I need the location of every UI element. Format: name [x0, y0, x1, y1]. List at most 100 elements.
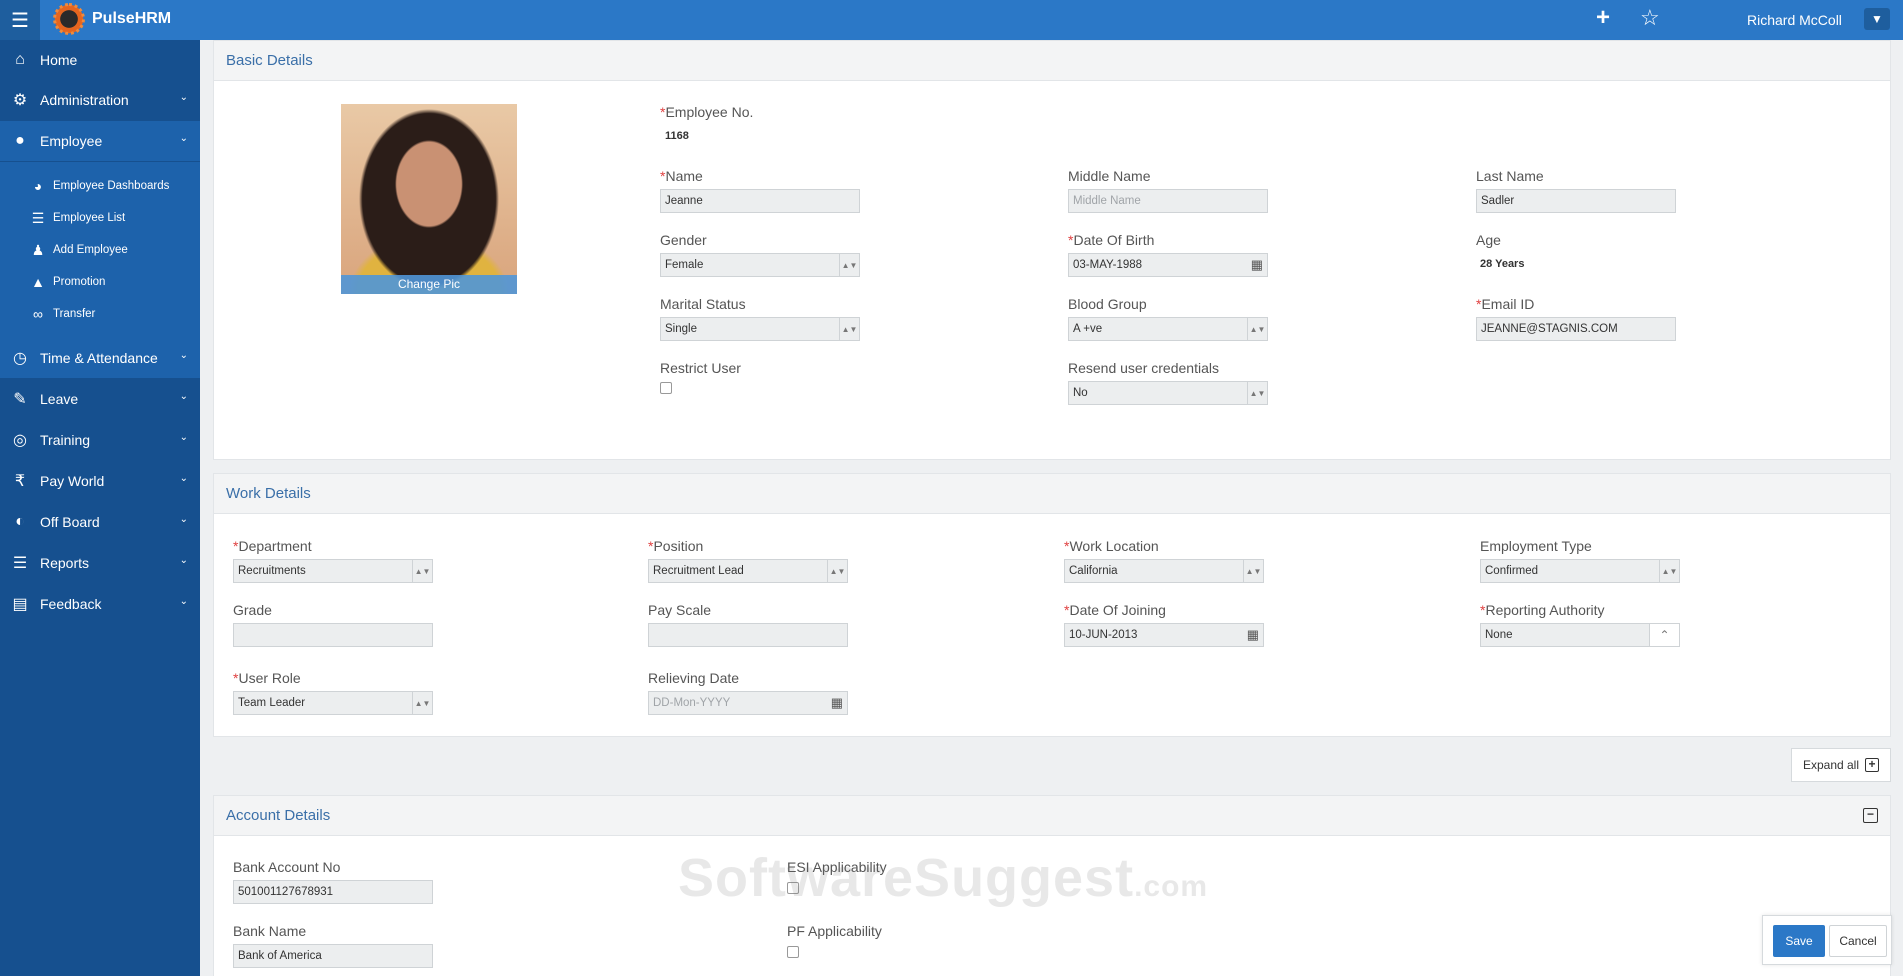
work-location-label: *Work Location: [1064, 538, 1159, 554]
sidebar-item-reports[interactable]: ☰ Reports ⌄: [0, 543, 200, 583]
select-arrow-icon: ▲▼: [412, 692, 432, 714]
email-label: *Email ID: [1476, 296, 1535, 312]
hamburger-menu-icon[interactable]: ☰: [0, 0, 40, 40]
sidebar-item-leave[interactable]: ✎ Leave ⌄: [0, 379, 200, 419]
rupee-icon: ₹: [14, 473, 26, 490]
name-field[interactable]: Jeanne: [660, 189, 860, 213]
user-role-select[interactable]: Team Leader ▲▼: [233, 691, 433, 715]
submenu-item-label: Employee List: [53, 212, 126, 224]
blood-group-select[interactable]: A +ve ▲▼: [1068, 317, 1268, 341]
chevron-up-icon[interactable]: ⌃: [1649, 624, 1679, 646]
select-arrow-icon: ▲▼: [827, 560, 847, 582]
graduation-cap-icon: ▲: [31, 274, 45, 290]
relieving-date-field[interactable]: DD-Mon-YYYY ▦: [648, 691, 848, 715]
bank-name-field[interactable]: Bank of America: [233, 944, 433, 968]
submenu-item-employee-list[interactable]: ☰ Employee List: [0, 203, 200, 233]
employment-type-select[interactable]: Confirmed ▲▼: [1480, 559, 1680, 583]
chevron-down-icon[interactable]: ▼: [1864, 8, 1890, 30]
profile-photo[interactable]: Change Pic: [341, 104, 517, 294]
work-location-select[interactable]: California ▲▼: [1064, 559, 1264, 583]
gender-select[interactable]: Female ▲▼: [660, 253, 860, 277]
chevron-down-icon: ⌄: [179, 473, 188, 484]
home-icon: ⌂: [15, 51, 25, 68]
select-arrow-icon: ▲▼: [1243, 560, 1263, 582]
chevron-down-icon: ⌄: [179, 514, 188, 525]
top-bar: ☰ PulseHRM + ☆ Richard McColl ▼: [0, 0, 1903, 40]
sidebar: ⌂ Home ⚙ Administration ⌄ ● Employee ⌄ ◕…: [0, 40, 200, 976]
change-pic-button[interactable]: Change Pic: [341, 275, 517, 294]
panel-header: Work Details: [214, 474, 1890, 514]
sidebar-item-time-attendance[interactable]: ◷ Time & Attendance ⌄: [0, 338, 200, 378]
chevron-down-icon: ⌄: [179, 555, 188, 566]
select-arrow-icon: ▲▼: [1659, 560, 1679, 582]
sidebar-item-label: Time & Attendance: [40, 350, 158, 366]
submenu-item-label: Employee Dashboards: [53, 180, 170, 192]
department-label: *Department: [233, 538, 312, 554]
department-select[interactable]: Recruitments ▲▼: [233, 559, 433, 583]
age-value: 28 Years: [1480, 258, 1525, 270]
submenu-item-employee-dashboards[interactable]: ◕ Employee Dashboards: [0, 171, 200, 201]
employee-photo: [341, 104, 517, 294]
blood-group-label: Blood Group: [1068, 296, 1147, 312]
gears-icon: ⚙: [12, 92, 28, 109]
middle-name-field[interactable]: Middle Name: [1068, 189, 1268, 213]
last-name-field[interactable]: Sadler: [1476, 189, 1676, 213]
pf-applicability-checkbox[interactable]: [787, 946, 799, 958]
sidebar-item-label: Pay World: [40, 473, 105, 489]
pay-scale-field[interactable]: [648, 623, 848, 647]
sidebar-item-off-board[interactable]: ◐ Off Board ⌄: [0, 502, 200, 542]
submenu-item-add-employee[interactable]: ♟ Add Employee: [0, 235, 200, 265]
add-user-icon: ♟: [31, 241, 45, 258]
sidebar-item-administration[interactable]: ⚙ Administration ⌄: [0, 80, 200, 120]
doj-field[interactable]: 10-JUN-2013 ▦: [1064, 623, 1264, 647]
calendar-icon[interactable]: ▦: [831, 695, 843, 711]
user-name[interactable]: Richard McColl: [1747, 12, 1842, 28]
collapse-minus-icon[interactable]: −: [1863, 808, 1878, 823]
grade-field[interactable]: [233, 623, 433, 647]
email-field[interactable]: JEANNE@STAGNIS.COM: [1476, 317, 1676, 341]
resend-credentials-label: Resend user credentials: [1068, 360, 1219, 376]
save-button[interactable]: Save: [1773, 925, 1825, 957]
chevron-down-icon: ⌄: [179, 133, 188, 144]
sidebar-item-pay-world[interactable]: ₹ Pay World ⌄: [0, 461, 200, 501]
restrict-user-checkbox[interactable]: [660, 382, 672, 394]
expand-all-button[interactable]: Expand all +: [1791, 748, 1891, 782]
plus-icon[interactable]: +: [1596, 4, 1610, 32]
chevron-down-icon: ⌄: [179, 432, 188, 443]
reporting-authority-label: *Reporting Authority: [1480, 602, 1605, 618]
employee-no-label: *Employee No.: [660, 104, 754, 120]
submenu-item-transfer[interactable]: ∞ Transfer: [0, 299, 200, 329]
select-arrow-icon: ▲▼: [839, 254, 859, 276]
bank-account-no-label: Bank Account No: [233, 859, 341, 875]
chevron-down-icon: ⌄: [179, 350, 188, 361]
cancel-button[interactable]: Cancel: [1829, 925, 1887, 957]
pulse-logo-icon: [53, 3, 85, 35]
gender-label: Gender: [660, 232, 707, 248]
calendar-icon[interactable]: ▦: [1247, 627, 1259, 643]
calendar-icon[interactable]: ▦: [1251, 257, 1263, 273]
list-icon: ☰: [31, 209, 45, 226]
reporting-authority-select[interactable]: None ⌃: [1480, 623, 1680, 647]
position-select[interactable]: Recruitment Lead ▲▼: [648, 559, 848, 583]
dashboard-icon: ◕: [33, 178, 43, 194]
dob-field[interactable]: 03-MAY-1988 ▦: [1068, 253, 1268, 277]
bank-account-no-field[interactable]: 501001127678931: [233, 880, 433, 904]
sidebar-item-label: Off Board: [40, 514, 100, 530]
plus-square-icon: +: [1865, 758, 1880, 772]
sidebar-item-training[interactable]: ◎ Training ⌄: [0, 420, 200, 460]
dob-label: *Date Of Birth: [1068, 232, 1155, 248]
work-details-panel: Work Details *Department Recruitments ▲▼ …: [213, 473, 1891, 737]
marital-status-select[interactable]: Single ▲▼: [660, 317, 860, 341]
resend-credentials-select[interactable]: No ▲▼: [1068, 381, 1268, 405]
sidebar-item-feedback[interactable]: ▤ Feedback ⌄: [0, 584, 200, 624]
marital-status-label: Marital Status: [660, 296, 746, 312]
age-label: Age: [1476, 232, 1501, 248]
bank-name-label: Bank Name: [233, 923, 307, 939]
action-bar: Save Cancel: [1762, 915, 1892, 965]
panel-header: Account Details −: [214, 796, 1890, 836]
sidebar-item-home[interactable]: ⌂ Home: [0, 40, 200, 80]
sidebar-item-employee[interactable]: ● Employee ⌄: [0, 121, 200, 161]
star-icon[interactable]: ☆: [1640, 5, 1660, 31]
submenu-item-promotion[interactable]: ▲ Promotion: [0, 267, 200, 297]
sidebar-item-label: Home: [40, 52, 78, 68]
